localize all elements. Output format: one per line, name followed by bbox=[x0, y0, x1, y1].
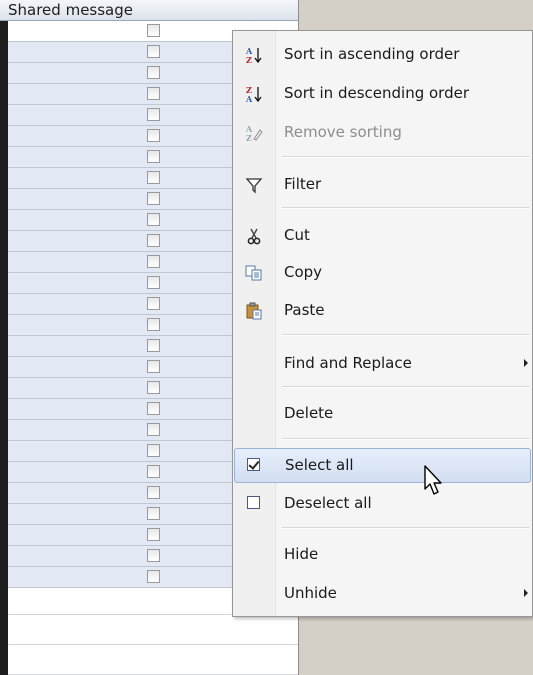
shared-checkbox[interactable] bbox=[147, 339, 160, 352]
shared-checkbox[interactable] bbox=[147, 549, 160, 562]
menu-item-delete[interactable]: Delete bbox=[235, 396, 530, 431]
shared-checkbox[interactable] bbox=[147, 318, 160, 331]
column-header-label: Shared message bbox=[8, 1, 133, 19]
clipboard-paste-icon bbox=[245, 302, 263, 320]
menu-item-filter[interactable]: Filter bbox=[235, 167, 530, 202]
menu-separator bbox=[282, 334, 529, 336]
row-selector-edge bbox=[0, 21, 8, 675]
shared-checkbox[interactable] bbox=[147, 255, 160, 268]
shared-checkbox[interactable] bbox=[147, 45, 160, 58]
shared-checkbox[interactable] bbox=[147, 276, 160, 289]
funnel-icon bbox=[245, 176, 263, 194]
shared-checkbox[interactable] bbox=[147, 150, 160, 163]
menu-separator bbox=[282, 207, 529, 209]
menu-item-find-replace[interactable]: Find and Replace bbox=[235, 346, 530, 381]
shared-checkbox[interactable] bbox=[147, 234, 160, 247]
remove-sort-icon: AZ bbox=[245, 124, 263, 143]
scissors-icon bbox=[245, 227, 263, 245]
shared-checkbox[interactable] bbox=[147, 486, 160, 499]
menu-item-sort-ascending[interactable]: AZ Sort in ascending order bbox=[235, 37, 530, 72]
menu-separator bbox=[282, 386, 529, 388]
shared-checkbox[interactable] bbox=[147, 24, 160, 37]
shared-checkbox[interactable] bbox=[147, 108, 160, 121]
shared-checkbox[interactable] bbox=[147, 192, 160, 205]
shared-checkbox[interactable] bbox=[147, 528, 160, 541]
menu-separator bbox=[282, 438, 529, 440]
submenu-arrow-icon bbox=[524, 589, 528, 597]
unchecked-box-icon bbox=[247, 496, 260, 509]
shared-checkbox[interactable] bbox=[147, 213, 160, 226]
checked-box-icon bbox=[247, 458, 260, 471]
submenu-arrow-icon bbox=[524, 359, 528, 367]
table-row-empty[interactable] bbox=[8, 645, 298, 675]
shared-checkbox[interactable] bbox=[147, 66, 160, 79]
column-header[interactable]: Shared message bbox=[0, 0, 298, 21]
shared-checkbox[interactable] bbox=[147, 444, 160, 457]
menu-separator bbox=[282, 527, 529, 529]
shared-checkbox[interactable] bbox=[147, 171, 160, 184]
shared-checkbox[interactable] bbox=[147, 360, 160, 373]
shared-checkbox[interactable] bbox=[147, 423, 160, 436]
copy-icon bbox=[245, 264, 263, 282]
shared-checkbox[interactable] bbox=[147, 402, 160, 415]
sort-ascending-icon: AZ bbox=[245, 46, 263, 65]
context-menu: AZ Sort in ascending order ZA Sort in de… bbox=[232, 30, 533, 617]
menu-item-cut[interactable]: Cut bbox=[235, 218, 530, 253]
shared-checkbox[interactable] bbox=[147, 87, 160, 100]
table-row-empty[interactable] bbox=[8, 615, 298, 645]
menu-separator bbox=[282, 156, 529, 158]
sort-descending-icon: ZA bbox=[245, 85, 263, 104]
menu-item-select-all[interactable]: Select all bbox=[234, 448, 531, 483]
menu-item-sort-descending[interactable]: ZA Sort in descending order bbox=[235, 76, 530, 111]
mouse-cursor-icon bbox=[424, 465, 442, 495]
menu-item-paste[interactable]: Paste bbox=[235, 293, 530, 328]
shared-checkbox[interactable] bbox=[147, 465, 160, 478]
shared-checkbox[interactable] bbox=[147, 570, 160, 583]
shared-checkbox[interactable] bbox=[147, 297, 160, 310]
shared-checkbox[interactable] bbox=[147, 381, 160, 394]
menu-item-deselect-all[interactable]: Deselect all bbox=[235, 486, 530, 521]
menu-item-remove-sorting[interactable]: AZ Remove sorting bbox=[235, 115, 530, 150]
menu-item-hide[interactable]: Hide bbox=[235, 537, 530, 572]
menu-item-copy[interactable]: Copy bbox=[235, 255, 530, 290]
svg-text:Z: Z bbox=[246, 55, 252, 64]
svg-text:A: A bbox=[245, 94, 253, 103]
shared-checkbox[interactable] bbox=[147, 507, 160, 520]
menu-item-unhide[interactable]: Unhide bbox=[235, 576, 530, 611]
svg-text:Z: Z bbox=[246, 133, 252, 142]
shared-checkbox[interactable] bbox=[147, 129, 160, 142]
